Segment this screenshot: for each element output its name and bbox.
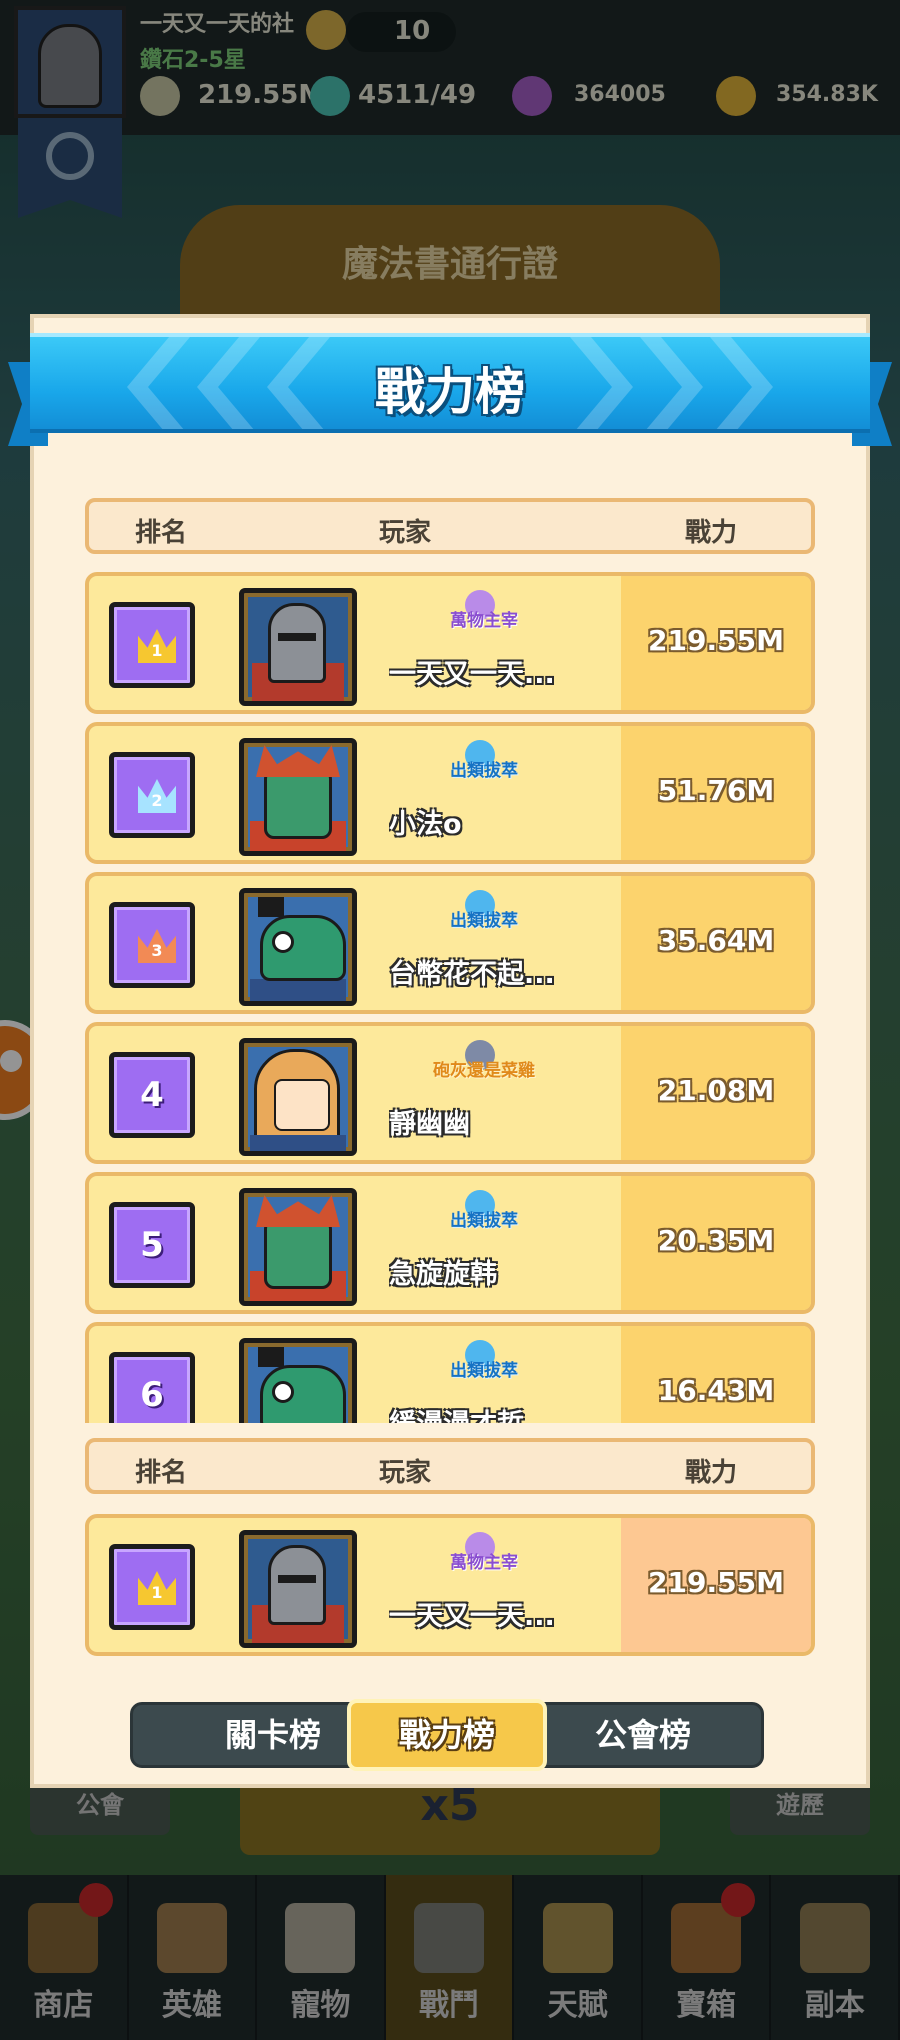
eye-icon <box>272 1381 294 1403</box>
helmet-icon <box>268 603 326 683</box>
bronze-crown-icon: 3 <box>138 929 176 963</box>
header-rank: 排名 <box>135 1458 188 1488</box>
title-badge: 出類拔萃 <box>419 1190 549 1231</box>
dino-avatar[interactable] <box>239 1338 357 1423</box>
modal-title: 戰力榜 <box>375 363 525 421</box>
title-badge: 出類拔萃 <box>419 740 549 781</box>
player-name: 靜幽幽 <box>389 1109 470 1140</box>
leaderboard-tabs: 關卡榜 戰力榜 公會榜 <box>130 1699 764 1771</box>
header-player: 玩家 <box>379 518 432 548</box>
dragon-avatar[interactable] <box>239 738 357 856</box>
tab-stage-ranking[interactable]: 關卡榜 <box>173 1705 373 1765</box>
hat-icon <box>258 897 284 917</box>
rank-badge: 4 <box>109 1052 195 1138</box>
ranking-row[interactable]: 1 萬物主宰 一天又一天... 219.55M <box>85 572 815 714</box>
ranking-row[interactable]: 3 出類拔萃 台幣花不起... 35.64M <box>85 872 815 1014</box>
rank-number: 4 <box>140 1075 164 1115</box>
rank-number: 6 <box>140 1375 164 1415</box>
power-value: 21.08M <box>657 1074 775 1107</box>
player-name: 急旋旋韩 <box>389 1259 497 1290</box>
self-ranking-row[interactable]: 1 萬物主宰 一天又一天... 219.55M <box>85 1514 815 1656</box>
rank-number: 2 <box>151 791 163 810</box>
power-value: 35.64M <box>657 924 775 957</box>
rank-badge: 6 <box>109 1352 195 1423</box>
header-power: 戰力 <box>685 518 738 548</box>
ranking-row[interactable]: 6 出類拔萃 緩漫漫才哲 16.43M <box>85 1322 815 1423</box>
dragon-head-icon <box>264 1219 332 1289</box>
rank-number: 5 <box>140 1225 164 1265</box>
face-icon <box>274 1079 330 1131</box>
visor-icon <box>278 633 316 641</box>
silver-crown-icon: 2 <box>138 779 176 813</box>
eye-icon <box>272 931 294 953</box>
tab-power-ranking[interactable]: 戰力榜 <box>347 1699 547 1771</box>
power-value: 51.76M <box>657 774 775 807</box>
rank-badge: 3 <box>109 902 195 988</box>
knight-avatar[interactable] <box>239 1530 357 1648</box>
power-value: 219.55M <box>648 1566 784 1599</box>
knight-avatar[interactable] <box>239 588 357 706</box>
header-player: 玩家 <box>379 1458 432 1488</box>
avatar-cape <box>250 1135 346 1151</box>
rank-badge: 1 <box>109 602 195 688</box>
dragon-head-icon <box>264 769 332 839</box>
dragon-avatar[interactable] <box>239 1188 357 1306</box>
title-badge: 萬物主宰 <box>419 590 549 631</box>
visor-icon <box>278 1575 316 1583</box>
player-name: 一天又一天... <box>389 1601 555 1632</box>
title-badge: 萬物主宰 <box>419 1532 549 1573</box>
girl-avatar[interactable] <box>239 1038 357 1156</box>
tab-guild-ranking[interactable]: 公會榜 <box>543 1705 743 1765</box>
rank-number: 3 <box>151 941 163 960</box>
player-name: 台幣花不起... <box>389 959 555 990</box>
power-value: 16.43M <box>657 1374 775 1407</box>
player-name: 小法o <box>389 809 462 840</box>
power-value: 219.55M <box>648 624 784 657</box>
ranking-row[interactable]: 2 出類拔萃 小法o 51.76M <box>85 722 815 864</box>
header-power: 戰力 <box>685 1458 738 1488</box>
hat-icon <box>258 1347 284 1367</box>
player-name: 緩漫漫才哲 <box>389 1402 619 1423</box>
gold-crown-icon: 1 <box>138 629 176 663</box>
rank-number: 1 <box>151 641 163 660</box>
ranking-row[interactable]: 5 出類拔萃 急旋旋韩 20.35M <box>85 1172 815 1314</box>
title-text: 出類拔萃 <box>450 911 518 931</box>
title-badge: 出類拔萃 <box>419 1340 549 1381</box>
player-name: 一天又一天... <box>389 659 555 690</box>
title-text: 萬物主宰 <box>450 611 518 631</box>
header-rank: 排名 <box>135 518 188 548</box>
dino-avatar[interactable] <box>239 888 357 1006</box>
avatar-cape <box>250 979 346 1001</box>
gold-crown-icon: 1 <box>138 1571 176 1605</box>
title-badge: 砲灰還是菜雞 <box>419 1040 549 1081</box>
rank-badge: 5 <box>109 1202 195 1288</box>
rank-badge: 1 <box>109 1544 195 1630</box>
ranking-list[interactable]: 1 萬物主宰 一天又一天... 219.55M 2 出類拔萃 小法o 51.76… <box>85 568 815 1423</box>
title-badge: 出類拔萃 <box>419 890 549 931</box>
title-text: 出類拔萃 <box>450 1211 518 1231</box>
title-text: 出類拔萃 <box>450 1361 518 1381</box>
title-text: 萬物主宰 <box>450 1553 518 1573</box>
rank-badge: 2 <box>109 752 195 838</box>
helmet-icon <box>268 1545 326 1625</box>
power-value: 20.35M <box>657 1224 775 1257</box>
ranking-row[interactable]: 4 砲灰還是菜雞 靜幽幽 21.08M <box>85 1022 815 1164</box>
list-header: 排名 玩家 戰力 <box>85 498 815 554</box>
title-text: 出類拔萃 <box>450 761 518 781</box>
rank-number: 1 <box>151 1583 163 1602</box>
title-text: 砲灰還是菜雞 <box>433 1061 535 1081</box>
self-header: 排名 玩家 戰力 <box>85 1438 815 1494</box>
